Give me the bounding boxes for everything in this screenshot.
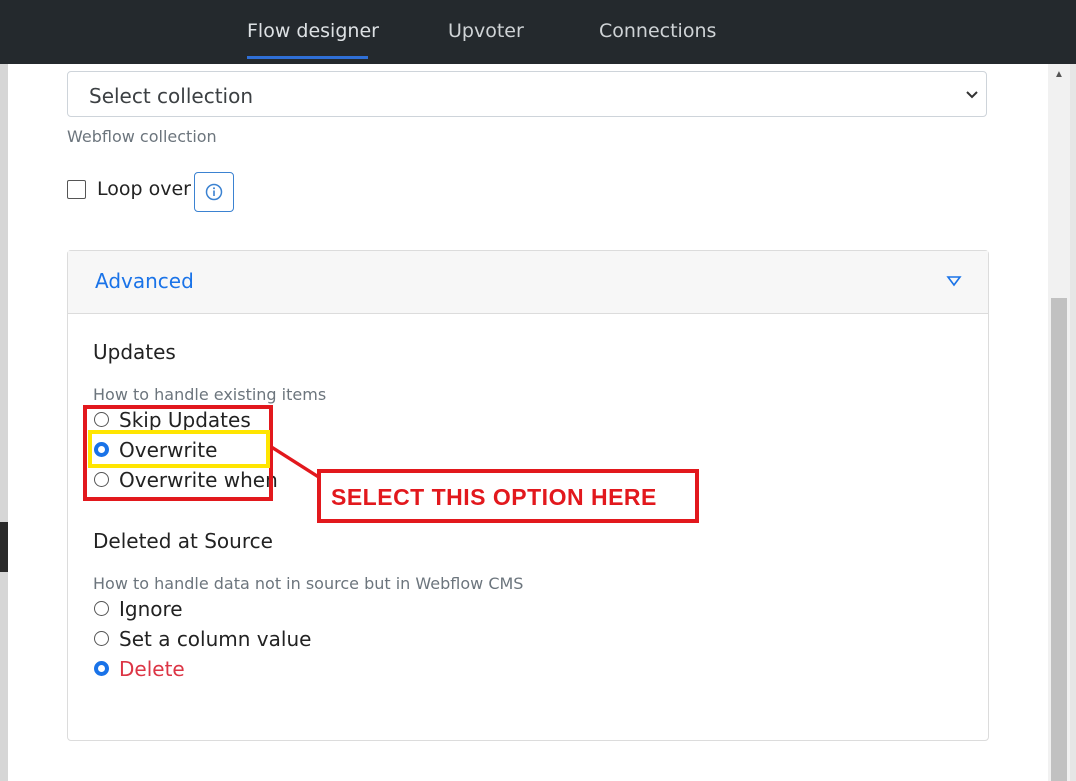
triangle-down-icon xyxy=(946,276,962,287)
info-button[interactable] xyxy=(194,172,234,212)
radio-delete[interactable] xyxy=(94,661,109,676)
radio-delete-label[interactable]: Delete xyxy=(119,657,185,681)
background-dark-block xyxy=(0,522,8,572)
advanced-toggle[interactable]: Advanced xyxy=(68,251,988,314)
collection-help-text: Webflow collection xyxy=(67,127,217,146)
annotation-callout-text: SELECT THIS OPTION HERE xyxy=(331,484,657,510)
tab-flow-designer[interactable]: Flow designer xyxy=(247,20,379,42)
info-icon xyxy=(205,183,223,201)
radio-ignore[interactable] xyxy=(94,601,109,616)
collection-select[interactable]: Select collection xyxy=(67,71,987,117)
radio-ignore-label[interactable]: Ignore xyxy=(119,597,183,621)
chevron-down-icon xyxy=(966,91,978,99)
annotation-yellow-box xyxy=(88,430,270,468)
advanced-title: Advanced xyxy=(95,269,194,293)
updates-title: Updates xyxy=(93,340,176,364)
deleted-help-text: How to handle data not in source but in … xyxy=(93,574,524,593)
active-tab-indicator xyxy=(247,56,368,59)
loop-over-label[interactable]: Loop over xyxy=(97,178,191,200)
tab-upvoter[interactable]: Upvoter xyxy=(448,20,524,42)
updates-help-text: How to handle existing items xyxy=(93,385,327,404)
annotation-callout: SELECT THIS OPTION HERE xyxy=(317,469,699,523)
scrollbar-thumb[interactable] xyxy=(1051,298,1067,781)
deleted-at-source-title: Deleted at Source xyxy=(93,529,273,553)
scroll-up-icon[interactable]: ▲ xyxy=(1052,68,1066,82)
collection-select-value: Select collection xyxy=(89,84,254,108)
radio-set-column-value[interactable] xyxy=(94,631,109,646)
top-nav-bar: Flow designer Upvoter Connections xyxy=(0,0,1076,64)
radio-set-column-value-label[interactable]: Set a column value xyxy=(119,627,311,651)
loop-over-checkbox[interactable] xyxy=(67,180,86,199)
background-page-left xyxy=(0,64,8,781)
tab-connections[interactable]: Connections xyxy=(599,20,716,42)
